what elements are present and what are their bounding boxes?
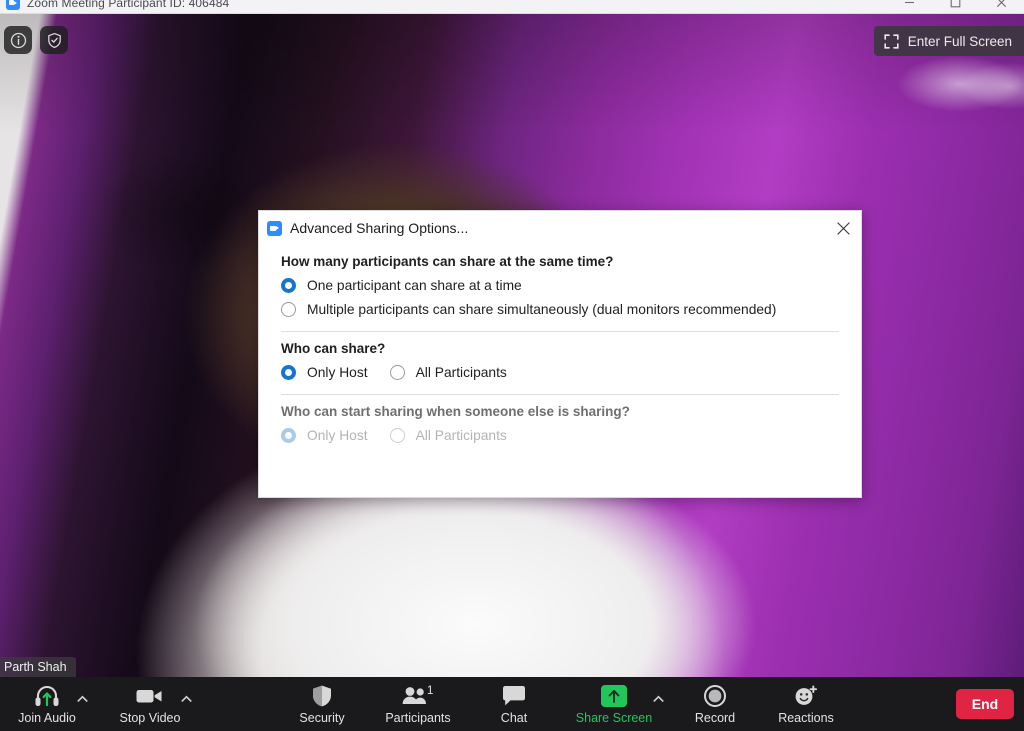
participant-name-label: Parth Shah xyxy=(0,657,76,677)
toolbar-item-chat[interactable]: Chat xyxy=(484,677,544,731)
section-title: Who can start sharing when someone else … xyxy=(281,404,839,419)
share-screen-arrow-icon xyxy=(601,683,627,709)
window-title-bar: Zoom Meeting Participant ID: 406484 xyxy=(0,0,1024,14)
radio-label-all-participants: All Participants xyxy=(416,428,507,443)
who-can-start-sharing-options: Only Host All Participants xyxy=(281,428,839,443)
section-divider xyxy=(281,331,839,332)
who-can-share-section: Who can share? Only Host All Participant… xyxy=(281,341,839,395)
share-screen-caret-icon[interactable] xyxy=(653,695,664,703)
toolbar-item-security[interactable]: Security xyxy=(285,677,359,731)
enter-full-screen-button[interactable]: Enter Full Screen xyxy=(874,26,1024,56)
join-audio-caret-icon[interactable] xyxy=(77,695,88,703)
toolbar-label: Security xyxy=(299,711,344,725)
toolbar-item-share-screen[interactable]: Share Screen xyxy=(566,677,662,731)
shield-security-icon xyxy=(311,683,333,709)
stop-video-caret-icon[interactable] xyxy=(181,695,192,703)
radio-indicator[interactable] xyxy=(281,302,296,317)
radio-indicator-all-participants[interactable] xyxy=(390,365,405,380)
toolbar-item-record[interactable]: Record xyxy=(682,677,748,731)
window-title: Zoom Meeting Participant ID: 406484 xyxy=(27,0,229,10)
share-screen-green-box xyxy=(601,685,627,707)
radio-label-all-participants[interactable]: All Participants xyxy=(416,365,507,380)
who-can-share-options: Only Host All Participants xyxy=(281,365,839,380)
radio-indicator[interactable] xyxy=(281,278,296,293)
radio-label: Multiple participants can share simultan… xyxy=(307,302,776,317)
who-can-start-sharing-section: Who can start sharing when someone else … xyxy=(281,404,839,443)
radio-indicator-all-participants xyxy=(390,428,405,443)
sharing-concurrency-section: How many participants can share at the s… xyxy=(281,254,839,332)
reactions-smiley-icon xyxy=(793,683,819,709)
toolbar-label: Share Screen xyxy=(576,711,652,725)
advanced-sharing-options-dialog: Advanced Sharing Options... How many par… xyxy=(258,210,862,498)
toolbar-label: Participants xyxy=(385,711,450,725)
dialog-header: Advanced Sharing Options... xyxy=(259,211,861,245)
record-circle-icon xyxy=(703,683,727,709)
toolbar-label: Chat xyxy=(501,711,527,725)
radio-option-one-participant[interactable]: One participant can share at a time xyxy=(281,278,839,293)
toolbar-label: Reactions xyxy=(778,711,834,725)
enter-full-screen-label: Enter Full Screen xyxy=(908,34,1012,49)
toolbar-item-stop-video[interactable]: Stop Video xyxy=(110,677,190,731)
zoom-logo-icon xyxy=(267,221,282,236)
radio-label: One participant can share at a time xyxy=(307,278,522,293)
radio-indicator-only-host xyxy=(281,428,296,443)
window-controls xyxy=(886,0,1024,13)
section-title: Who can share? xyxy=(281,341,839,356)
stage-badge-group xyxy=(4,26,68,54)
toolbar-label: Stop Video xyxy=(120,711,181,725)
headset-join-audio-icon xyxy=(33,683,61,709)
participants-icon: 1 xyxy=(401,683,435,709)
meeting-info-icon[interactable] xyxy=(4,26,32,54)
toolbar-item-join-audio[interactable]: Join Audio xyxy=(8,677,86,731)
chat-bubble-icon xyxy=(501,683,527,709)
encryption-shield-icon[interactable] xyxy=(40,26,68,54)
toolbar-item-participants[interactable]: 1 Participants xyxy=(374,677,462,731)
video-camera-icon xyxy=(135,683,165,709)
radio-option-multiple-participants[interactable]: Multiple participants can share simultan… xyxy=(281,302,839,317)
section-divider xyxy=(281,394,839,395)
close-icon[interactable] xyxy=(978,0,1024,14)
radio-label-only-host: Only Host xyxy=(307,428,368,443)
section-title: How many participants can share at the s… xyxy=(281,254,839,269)
end-meeting-button[interactable]: End xyxy=(956,689,1014,719)
expand-icon xyxy=(884,34,899,49)
dialog-body: How many participants can share at the s… xyxy=(259,254,861,443)
participants-count: 1 xyxy=(427,685,433,697)
zoom-logo-icon xyxy=(6,0,20,10)
toolbar-label: Record xyxy=(695,711,735,725)
dialog-close-button[interactable] xyxy=(825,211,861,245)
toolbar-label: Join Audio xyxy=(18,711,76,725)
dialog-title: Advanced Sharing Options... xyxy=(290,220,468,236)
radio-label-only-host[interactable]: Only Host xyxy=(307,365,368,380)
minimize-icon[interactable] xyxy=(886,0,932,14)
meeting-toolbar: Join Audio Stop Video Securit xyxy=(0,677,1024,731)
toolbar-item-reactions[interactable]: Reactions xyxy=(766,677,846,731)
zoom-meeting-window: Enter Full Screen Parth Shah Zoom Meetin… xyxy=(0,0,1024,731)
maximize-icon[interactable] xyxy=(932,0,978,14)
radio-indicator-only-host[interactable] xyxy=(281,365,296,380)
